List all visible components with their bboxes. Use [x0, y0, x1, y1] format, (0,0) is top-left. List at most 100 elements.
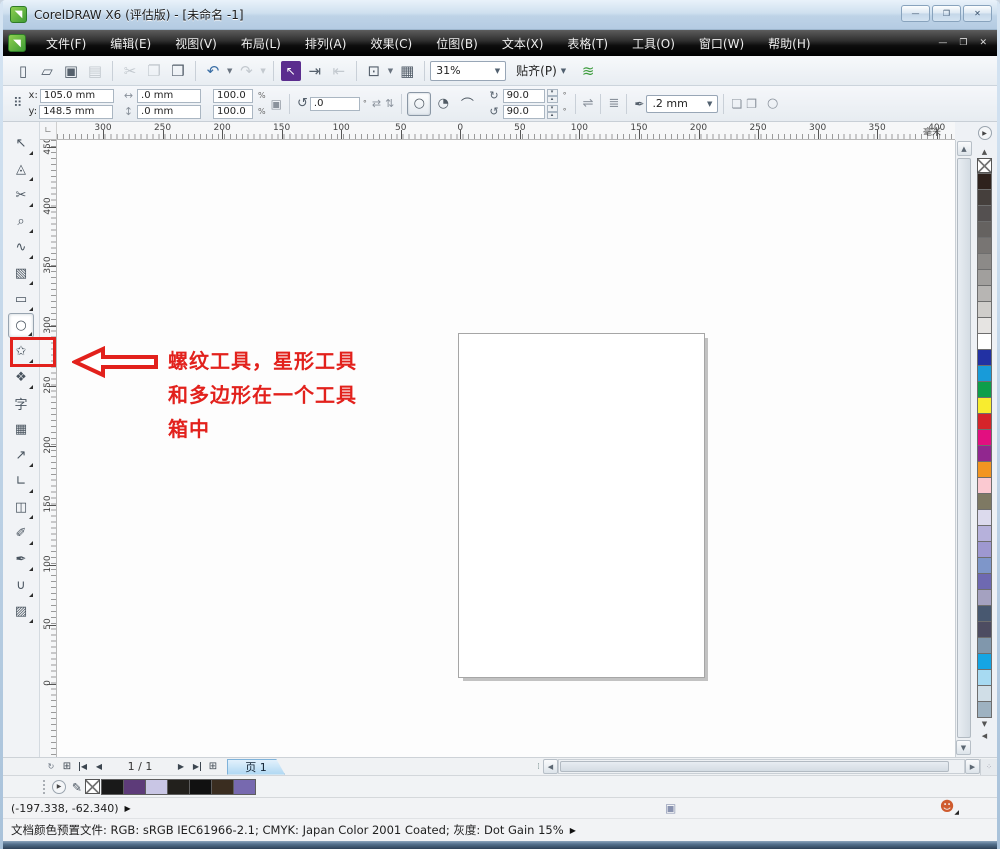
tool-shape-tool[interactable]: ◬: [8, 157, 34, 182]
horizontal-scrollbar[interactable]: ◀ ▶: [543, 759, 980, 775]
doc-palette-swatch[interactable]: [101, 779, 124, 795]
horizontal-scrollbar-thumb[interactable]: [560, 761, 949, 772]
scroll-down-icon[interactable]: ▼: [956, 740, 971, 755]
palette-swatch[interactable]: [977, 189, 992, 206]
palette-swatch[interactable]: [977, 445, 992, 462]
menu-help[interactable]: 帮助(H): [756, 31, 822, 56]
new-document-icon[interactable]: ▯: [11, 59, 35, 83]
status-flyout-icon[interactable]: ▶: [570, 826, 576, 835]
palette-swatch[interactable]: [977, 253, 992, 270]
tool-table-tool[interactable]: ▦: [8, 417, 34, 442]
arc-start-stepper[interactable]: ▾▴: [547, 89, 558, 103]
doc-palette-swatch[interactable]: [233, 779, 256, 795]
to-back-icon[interactable]: ❐: [746, 97, 757, 111]
palette-swatch[interactable]: [977, 477, 992, 494]
zoom-level-combobox[interactable]: 31% ▼: [430, 61, 506, 81]
palette-swatch[interactable]: [977, 573, 992, 590]
tool-blend-tool[interactable]: ◫: [8, 495, 34, 520]
scroll-right-icon[interactable]: ▶: [965, 759, 980, 774]
previous-page-icon[interactable]: ◀: [91, 759, 107, 775]
palette-swatch[interactable]: [977, 381, 992, 398]
palette-swatch[interactable]: [977, 589, 992, 606]
doc-palette-swatch[interactable]: [145, 779, 168, 795]
paste-icon[interactable]: ❒: [166, 59, 190, 83]
palette-swatch[interactable]: [977, 493, 992, 510]
scale-x-input[interactable]: 100.0: [213, 89, 253, 103]
palette-swatch[interactable]: [977, 701, 992, 718]
mirror-horizontal-icon[interactable]: ⇄: [372, 97, 381, 110]
tool-outline-pen-tool[interactable]: ✒: [8, 547, 34, 572]
tool-fill-tool[interactable]: ∪: [8, 573, 34, 598]
vertical-scrollbar-thumb[interactable]: [957, 158, 971, 738]
convert-to-curves-icon[interactable]: ○: [767, 96, 778, 111]
menu-view[interactable]: 视图(V): [163, 31, 229, 56]
palette-swatch[interactable]: [977, 349, 992, 366]
tool-crop-tool[interactable]: ✂: [8, 183, 34, 208]
application-launcher-icon[interactable]: ⊡: [362, 59, 386, 83]
text-wrap-icon[interactable]: ≣: [608, 96, 619, 111]
undo-icon[interactable]: ↶: [201, 59, 225, 83]
tool-ellipse-tool[interactable]: ○: [8, 313, 34, 338]
palette-swatch[interactable]: [977, 685, 992, 702]
title-bar[interactable]: ◥ CorelDRAW X6 (评估版) - [未命名 -1] —❐✕: [0, 0, 1000, 30]
tool-rectangle-tool[interactable]: ▭: [8, 287, 34, 312]
restore-button[interactable]: ❐: [932, 5, 961, 22]
color-management-icon[interactable]: ▣: [665, 801, 676, 815]
doc-palette-swatch[interactable]: [123, 779, 146, 795]
add-page-after-icon[interactable]: ⊞: [205, 759, 221, 775]
membership-icon[interactable]: ☻: [940, 799, 959, 815]
menu-tools[interactable]: 工具(O): [620, 31, 687, 56]
status-flyout-icon[interactable]: ▶: [125, 804, 131, 813]
object-y-input[interactable]: 148.5 mm: [39, 105, 113, 119]
save-icon[interactable]: ▣: [59, 59, 83, 83]
object-width-input[interactable]: .0 mm: [137, 89, 201, 103]
eyedropper-icon[interactable]: ✐: [69, 781, 83, 791]
arc-start-input[interactable]: 90.0: [503, 89, 545, 103]
drawing-scale-icon[interactable]: ↻: [43, 759, 59, 775]
palette-scroll-down-icon[interactable]: ▼: [982, 720, 987, 728]
palette-swatch[interactable]: [977, 221, 992, 238]
vertical-ruler[interactable]: 450400350300250200150100500: [40, 140, 57, 757]
ruler-origin-icon[interactable]: ∟: [40, 122, 57, 140]
palette-swatch[interactable]: [977, 557, 992, 574]
arc-end-input[interactable]: 90.0: [503, 105, 545, 119]
outline-width-combobox[interactable]: .2 mm ▼: [646, 95, 718, 113]
palette-swatch[interactable]: [977, 365, 992, 382]
pie-mode-button[interactable]: ◔: [431, 92, 455, 116]
tool-interactive-fill-tool[interactable]: ▨: [8, 599, 34, 624]
first-page-icon[interactable]: ◀: [75, 759, 91, 775]
menu-effects[interactable]: 效果(C): [358, 31, 424, 56]
to-front-icon[interactable]: ❏: [731, 97, 742, 111]
scroll-up-icon[interactable]: ▲: [957, 141, 972, 156]
document-page[interactable]: [458, 333, 705, 678]
tool-text-tool[interactable]: 字: [8, 391, 34, 416]
tool-smart-fill-tool[interactable]: ▧: [8, 261, 34, 286]
doc-palette-swatch[interactable]: [167, 779, 190, 795]
palette-swatch[interactable]: [977, 429, 992, 446]
palette-swatch[interactable]: [977, 301, 992, 318]
tool-connector-tool[interactable]: ∟: [8, 469, 34, 494]
palette-swatch[interactable]: [977, 237, 992, 254]
open-icon[interactable]: ▱: [35, 59, 59, 83]
menu-text[interactable]: 文本(X): [490, 31, 556, 56]
next-page-icon[interactable]: ▶: [173, 759, 189, 775]
mirror-vertical-icon[interactable]: ⇅: [385, 97, 394, 110]
tool-color-eyedropper-tool[interactable]: ✐: [8, 521, 34, 546]
palette-swatch[interactable]: [977, 333, 992, 350]
menu-arrange[interactable]: 排列(A): [293, 31, 359, 56]
object-x-input[interactable]: 105.0 mm: [40, 89, 114, 103]
palette-swatch[interactable]: [977, 205, 992, 222]
horizontal-scrollbar-track[interactable]: [558, 759, 965, 774]
tool-pick-tool[interactable]: ↖: [8, 131, 34, 156]
palette-swatch[interactable]: [977, 413, 992, 430]
doc-palette-swatch[interactable]: [189, 779, 212, 795]
tool-freehand-tool[interactable]: ∿: [8, 235, 34, 260]
horizontal-ruler[interactable]: 毫米 3002502001501005005010015020025030035…: [57, 122, 955, 140]
tool-zoom-tool[interactable]: ⌕: [8, 209, 34, 234]
palette-swatch[interactable]: [977, 669, 992, 686]
no-color-swatch[interactable]: [85, 779, 100, 794]
palette-swatch[interactable]: [977, 461, 992, 478]
chevron-down-icon[interactable]: ▼: [388, 67, 393, 75]
arc-mode-button[interactable]: ⌒: [455, 92, 479, 116]
mdi-restore-button[interactable]: ❐: [959, 38, 967, 48]
